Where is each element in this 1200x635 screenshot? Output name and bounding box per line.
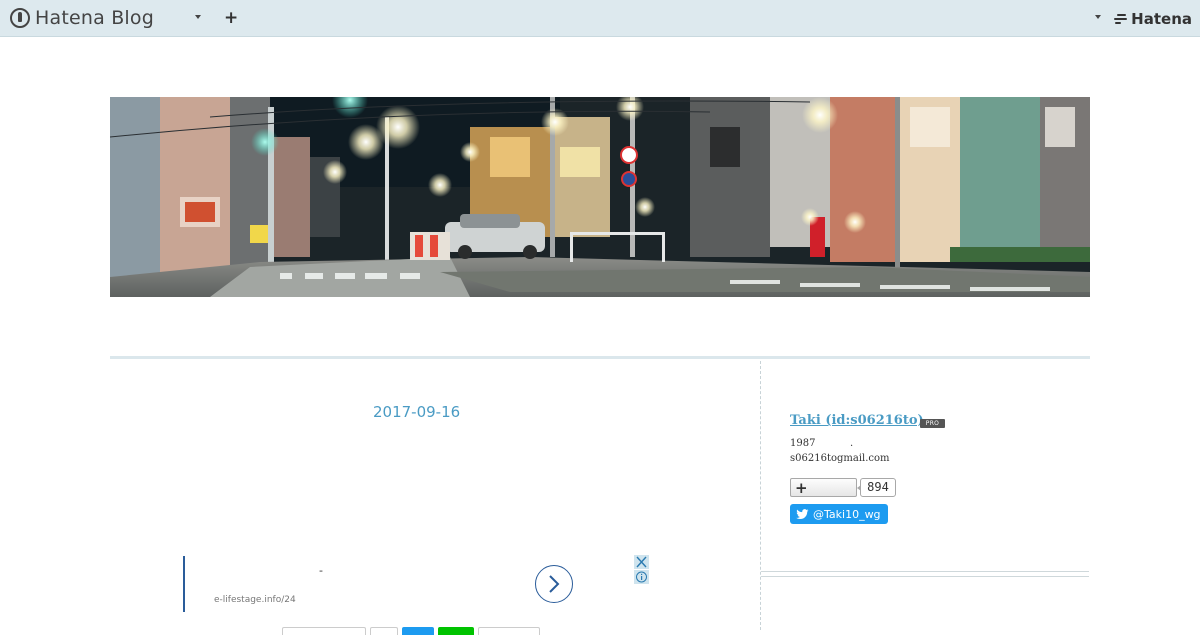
share-button-other[interactable] [478,627,540,635]
twitter-handle: @Taki10_wg [813,507,881,521]
pro-badge: PRO [920,419,945,428]
ad-close-button[interactable] [634,555,649,569]
profile-name-link[interactable]: Taki (id:s06216to) [790,413,924,428]
entry-date-link[interactable]: 2017-09-16 [373,403,460,421]
hatena-global-header: Hatena Blog + Hatena [0,0,1200,37]
sidebar-divider [760,361,761,630]
hatena-logo-icon [1114,13,1128,25]
hatena-link[interactable]: Hatena [1114,10,1192,28]
night-street-photo [110,97,1090,297]
share-button-twitter[interactable] [402,627,434,635]
ad-title: - [319,564,323,577]
brand-name: Hatena Blog [35,7,154,29]
share-button-facebook[interactable] [370,627,398,635]
follower-count: 894 [857,478,896,497]
follow-button[interactable]: + [790,478,857,497]
blog-menu-chevron-down-icon[interactable] [194,12,204,24]
ad-url[interactable]: e-lifestage.info/24 [214,595,296,605]
close-icon [636,556,647,568]
twitter-bird-icon [796,508,809,519]
plus-icon: + [795,479,808,497]
twitter-follow-button[interactable]: @Taki10_wg [790,504,888,524]
user-menu-chevron-down-icon[interactable] [1094,12,1104,24]
share-button-line[interactable] [438,627,474,635]
header-divider [110,356,1090,359]
ad-banner[interactable]: - e-lifestage.info/24 [183,556,575,612]
profile-email: s06216togmail.com [790,453,890,464]
share-button-hatena-bookmark[interactable] [282,627,366,635]
blog-header-image[interactable] [110,97,1090,297]
hatena-blog-logo-icon [10,8,30,28]
profile-description-line1: 1987 [790,438,816,449]
ad-info-button[interactable] [634,570,649,584]
share-buttons [282,627,544,635]
chevron-right-icon [549,575,560,593]
sidebar-section-divider [761,571,1089,577]
ad-next-button[interactable] [535,565,573,603]
hatena-blog-brand[interactable]: Hatena Blog [10,7,154,29]
profile-description-dot: . [850,438,854,449]
hatena-label: Hatena [1131,10,1192,28]
info-icon [636,571,647,583]
new-post-plus-icon[interactable]: + [224,9,238,27]
